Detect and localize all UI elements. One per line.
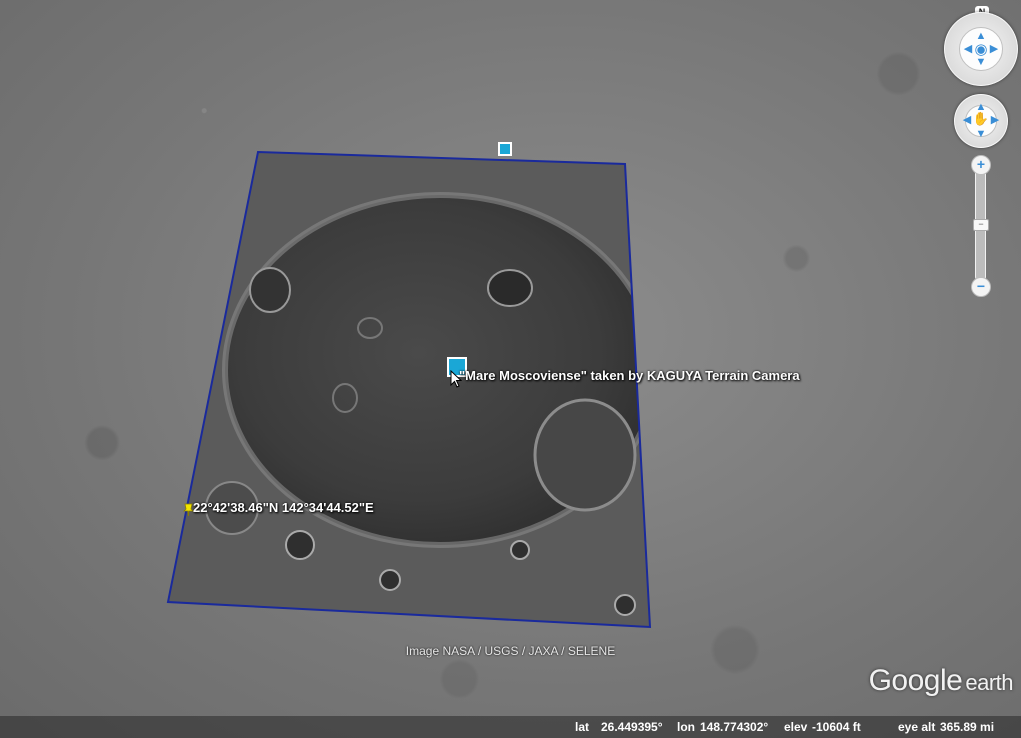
hand-icon: ✋ xyxy=(972,111,990,126)
map-viewport[interactable]: "Mare Moscoviense" taken by KAGUYA Terra… xyxy=(0,0,1021,738)
brand-google: Google xyxy=(868,664,963,697)
lat-label: lat xyxy=(575,720,590,734)
look-down-arrow-icon[interactable]: ▼ xyxy=(975,57,987,68)
eye-alt-label: eye alt xyxy=(898,720,936,734)
overlay-imagery xyxy=(168,152,650,627)
look-control[interactable]: ▲ ▼ ◀ ▶ ◉ xyxy=(944,12,1018,86)
overlay-title-label: "Mare Moscoviense" taken by KAGUYA Terra… xyxy=(459,368,800,383)
move-control[interactable]: ▲ ▼ ◀ ▶ ✋ xyxy=(954,94,1008,148)
zoom-slider-thumb[interactable]: − xyxy=(973,219,989,231)
eye-icon: ◉ xyxy=(974,41,988,58)
status-bar: lat 26.449395° lon 148.774302° elev -106… xyxy=(0,716,1021,738)
brand-earth: earth xyxy=(965,670,1013,695)
lat-value: 26.449395° xyxy=(601,720,663,734)
elev-value: -10604 ft xyxy=(812,720,861,734)
imagery-attribution: Image NASA / USGS / JAXA / SELENE xyxy=(405,644,616,658)
zoom-out-button[interactable]: − xyxy=(971,277,991,297)
google-earth-logo: Google earth xyxy=(868,664,1014,698)
placemark-coordinates-label[interactable]: 22°42'38.46"N 142°34'44.52"E xyxy=(193,500,374,515)
zoom-in-button[interactable]: + xyxy=(971,155,991,175)
move-down-arrow-icon[interactable]: ▼ xyxy=(975,129,987,140)
eye-alt-value: 365.89 mi xyxy=(940,720,995,734)
lon-label: lon xyxy=(677,720,695,734)
rotate-handle[interactable] xyxy=(498,142,512,156)
lon-value: 148.774302° xyxy=(700,720,769,734)
elev-label: elev xyxy=(784,720,808,734)
